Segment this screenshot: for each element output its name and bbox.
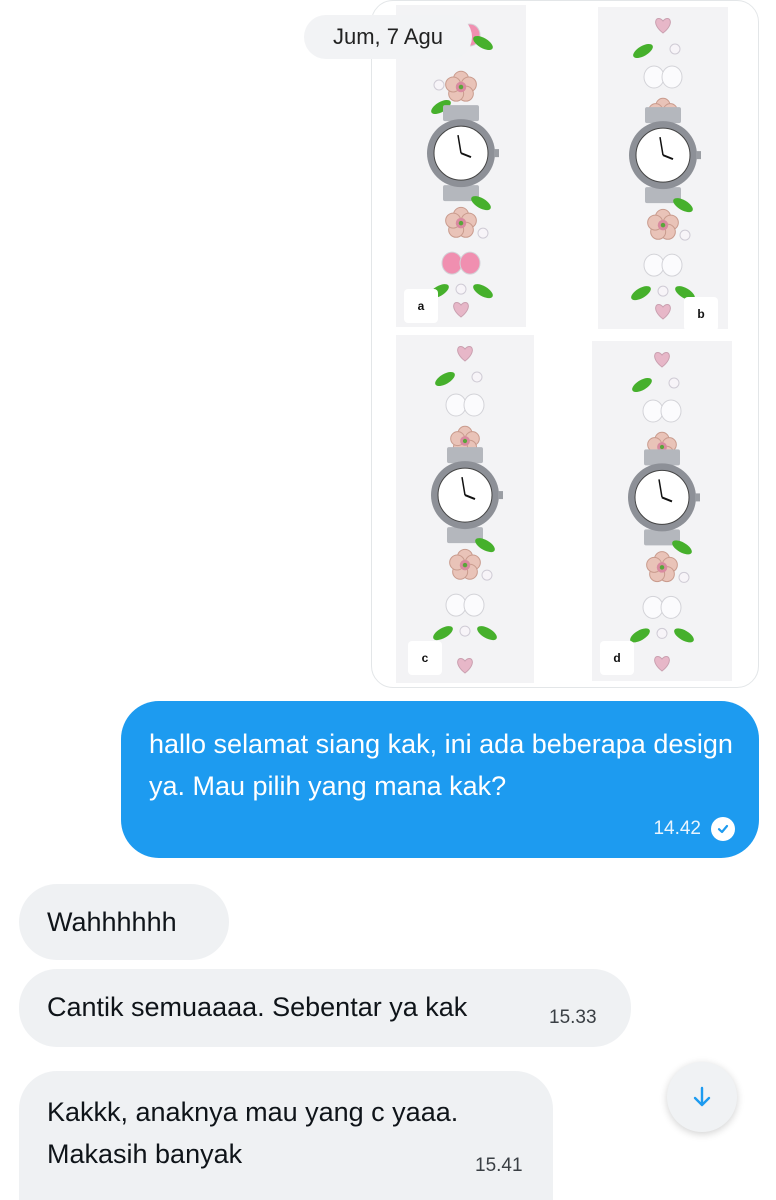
- leaf-bead: [473, 284, 493, 299]
- design-label-d: d: [600, 641, 634, 675]
- leaf-bead: [435, 372, 455, 386]
- watch-crown: [696, 151, 701, 160]
- watch-lug: [443, 105, 479, 122]
- design-image-d[interactable]: d: [592, 341, 732, 681]
- image-attachment[interactable]: a b c d: [371, 0, 759, 688]
- flower-bead-dot: [659, 565, 665, 570]
- message-text-line: Makasih banyak: [47, 1139, 243, 1169]
- heart-bead: [655, 304, 671, 320]
- design-label-b: b: [684, 297, 718, 329]
- clear-bead: [679, 229, 691, 241]
- butterfly-bead-wing: [643, 65, 665, 89]
- design-image-c[interactable]: c: [396, 335, 534, 683]
- flower-bead-dot: [458, 220, 464, 226]
- message-time: 14.42: [653, 818, 701, 839]
- watch-lug: [447, 447, 483, 464]
- heart-bead: [654, 352, 670, 368]
- butterfly-bead-wing: [643, 253, 665, 277]
- flower-bead-dot: [462, 438, 468, 444]
- watch-crown: [494, 149, 499, 158]
- incoming-message-bubble[interactable]: Cantik semuaaaa. Sebentar ya kak 15.33: [19, 969, 631, 1047]
- heart-bead: [457, 346, 473, 362]
- message-meta: 14.42: [653, 817, 735, 841]
- message-text: Kakkk, anaknya mau yang c yaaa. Makasih …: [47, 1091, 458, 1175]
- watch-lug: [644, 449, 680, 466]
- clear-bead: [669, 43, 681, 55]
- butterfly-bead-wing: [661, 65, 683, 89]
- clear-bead: [471, 371, 483, 383]
- flower-bead-dot: [660, 222, 666, 228]
- leaf-bead: [631, 286, 651, 301]
- message-text: hallo selamat siang kak, ini ada beberap…: [149, 729, 733, 801]
- butterfly-bead-wing: [642, 595, 664, 619]
- clear-bead: [668, 377, 680, 389]
- heart-bead: [457, 658, 473, 674]
- check-circle-icon: [711, 817, 735, 841]
- leaf-bead: [674, 628, 694, 643]
- heart-bead: [654, 656, 670, 672]
- design-label-a: a: [404, 289, 438, 323]
- arrow-down-icon: [693, 1086, 711, 1107]
- message-time: 15.33: [549, 1007, 597, 1028]
- leaf-bead: [632, 378, 652, 392]
- watch-crown: [498, 491, 503, 500]
- incoming-message-bubble[interactable]: Kakkk, anaknya mau yang c yaaa. Makasih …: [19, 1071, 553, 1200]
- message-text-line: Kakkk, anaknya mau yang c yaaa.: [47, 1097, 459, 1127]
- flower-bead-dot: [659, 444, 665, 450]
- butterfly-bead-wing: [463, 593, 485, 617]
- design-image-b[interactable]: b: [598, 7, 728, 329]
- butterfly-bead-wing: [445, 593, 467, 617]
- watch-lug: [645, 107, 681, 124]
- date-separator: Jum, 7 Agu: [304, 15, 472, 59]
- watch-crown: [695, 493, 700, 502]
- outgoing-message-bubble[interactable]: hallo selamat siang kak, ini ada beberap…: [121, 701, 759, 858]
- message-text: Cantik semuaaaa. Sebentar ya kak: [47, 992, 468, 1022]
- butterfly-bead-wing: [660, 399, 682, 423]
- scroll-to-bottom-button[interactable]: [667, 1062, 737, 1132]
- design-d-illustration: [628, 352, 700, 672]
- clear-bead: [455, 283, 467, 295]
- flower-bead-dot: [458, 84, 464, 90]
- clear-bead: [678, 571, 690, 583]
- butterfly-bead-wing: [441, 251, 463, 275]
- date-separator-label: Jum, 7 Agu: [332, 24, 444, 49]
- clear-bead: [656, 627, 668, 639]
- clear-bead: [459, 625, 471, 637]
- heart-bead: [453, 302, 469, 318]
- design-b-illustration: [629, 18, 701, 320]
- design-label-c: c: [408, 641, 442, 675]
- design-c-illustration: [431, 346, 503, 674]
- butterfly-bead-wing: [445, 393, 467, 417]
- butterfly-bead-wing: [661, 253, 683, 277]
- clear-bead: [433, 79, 445, 91]
- butterfly-bead-wing: [642, 399, 664, 423]
- incoming-message-bubble[interactable]: Wahhhhhh: [19, 884, 229, 960]
- leaf-bead: [633, 44, 653, 58]
- butterfly-bead-wing: [463, 393, 485, 417]
- flower-bead-dot: [462, 562, 468, 568]
- clear-bead: [477, 227, 489, 239]
- heart-bead: [655, 18, 671, 34]
- butterfly-bead-wing: [660, 595, 682, 619]
- leaf-bead: [477, 626, 497, 641]
- butterfly-bead-wing: [459, 251, 481, 275]
- clear-bead: [481, 569, 493, 581]
- message-text: Wahhhhhh: [47, 907, 177, 937]
- clear-bead: [657, 285, 669, 297]
- message-time: 15.41: [475, 1155, 523, 1176]
- leaf-bead: [433, 626, 453, 641]
